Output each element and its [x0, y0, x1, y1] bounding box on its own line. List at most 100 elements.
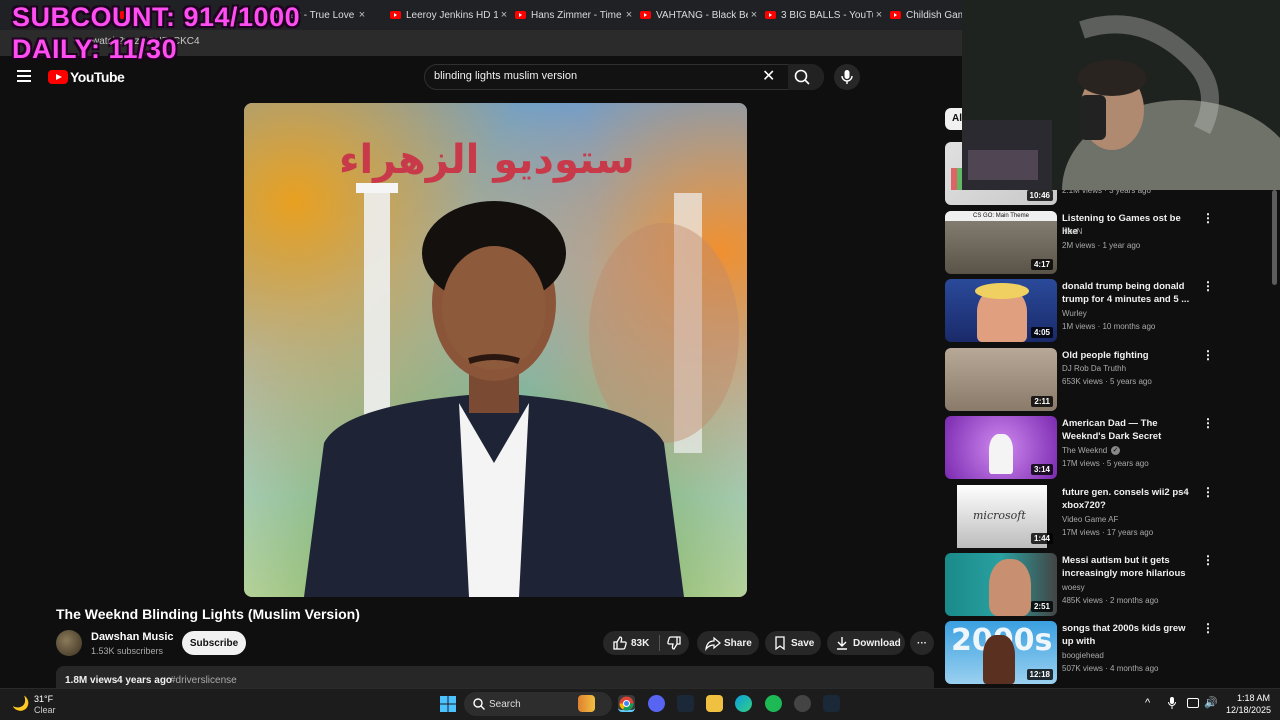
steam-icon[interactable]: [677, 695, 694, 712]
more-vertical-icon[interactable]: ⋮: [1202, 485, 1214, 499]
more-vertical-icon[interactable]: ⋮: [1202, 621, 1214, 635]
recommended-video[interactable]: 2:11 Old people fighting DJ Rob Da Truth…: [945, 348, 1215, 412]
chrome-icon[interactable]: [618, 695, 635, 712]
recommended-video[interactable]: CS GO: Main Theme 4:17 Listening to Game…: [945, 211, 1215, 275]
youtube-favicon-icon: [390, 11, 401, 19]
volume-icon[interactable]: 🔊: [1204, 696, 1218, 709]
browser-tab[interactable]: VAHTANG - Black Bet ×: [640, 5, 760, 25]
edge-icon[interactable]: [735, 695, 752, 712]
save-label: Save: [791, 638, 815, 649]
more-horizontal-icon: ···: [917, 637, 927, 649]
more-vertical-icon[interactable]: ⋮: [1202, 211, 1214, 225]
recommended-video[interactable]: 2:51 Messi autism but it gets increasing…: [945, 553, 1215, 617]
tab-title: VAHTANG - Black Bet: [656, 9, 748, 21]
video-thumbnail[interactable]: 2:51: [945, 553, 1057, 616]
channel-avatar[interactable]: [56, 630, 82, 656]
windows-taskbar: [0, 688, 1280, 720]
video-thumbnail[interactable]: 2000s 12:18: [945, 621, 1057, 684]
more-vertical-icon[interactable]: ⋮: [1202, 279, 1214, 293]
like-count[interactable]: 83K: [631, 638, 649, 649]
search-highlight-icon[interactable]: [578, 695, 595, 712]
windows-start-icon[interactable]: [440, 696, 456, 712]
youtube-favicon-icon: [890, 11, 901, 19]
daily-overlay: DAILY: 11/30: [12, 34, 178, 64]
thumbs-down-icon[interactable]: [666, 635, 682, 654]
video-player[interactable]: ستوديو الزهراء: [244, 103, 747, 597]
clear-search-icon[interactable]: ✕: [762, 66, 775, 86]
video-meta: 1M views · 10 months ago: [1062, 322, 1156, 331]
microphone-tray-icon[interactable]: [1167, 696, 1177, 710]
more-vertical-icon[interactable]: ⋮: [1202, 348, 1214, 362]
voice-search-button[interactable]: [834, 64, 860, 90]
tab-close-icon[interactable]: ×: [356, 9, 368, 21]
recommended-video[interactable]: 2000s 12:18 songs that 2000s kids grew u…: [945, 621, 1215, 685]
video-thumbnail[interactable]: 2:11: [945, 348, 1057, 411]
video-thumbnail[interactable]: 4:05: [945, 279, 1057, 342]
clock-date[interactable]: 12/18/2025: [1226, 705, 1271, 715]
browser-tab[interactable]: Leeroy Jenkins HD 10( ×: [390, 5, 510, 25]
youtube-logo-text[interactable]: YouTube: [70, 69, 125, 85]
tab-close-icon[interactable]: ×: [498, 9, 510, 21]
webcam-feed: [962, 0, 1280, 190]
more-actions-button[interactable]: ···: [910, 631, 934, 655]
browser-tab[interactable]: 3 BIG BALLS - YouTub ×: [765, 5, 885, 25]
thumbs-up-icon[interactable]: [612, 635, 628, 654]
video-thumbnail[interactable]: microsoft 1:44: [945, 485, 1057, 548]
video-title[interactable]: Old people fighting: [1062, 349, 1194, 362]
discord-icon[interactable]: [648, 695, 665, 712]
video-thumbnail[interactable]: CS GO: Main Theme 4:17: [945, 211, 1057, 274]
recommended-video[interactable]: 3:14 American Dad — The Weeknd's Dark Se…: [945, 416, 1215, 480]
save-button[interactable]: Save: [765, 631, 821, 655]
more-vertical-icon[interactable]: ⋮: [1202, 553, 1214, 567]
weather-temperature[interactable]: 31°F: [34, 694, 53, 704]
spotify-icon[interactable]: [765, 695, 782, 712]
weather-description[interactable]: Clear: [34, 705, 56, 715]
youtube-favicon-icon: [640, 11, 651, 19]
video-title[interactable]: donald trump being donald trump for 4 mi…: [1062, 280, 1194, 306]
recommended-video[interactable]: microsoft 1:44 future gen. consels wii2 …: [945, 485, 1215, 549]
share-button[interactable]: Share: [697, 631, 759, 655]
download-button[interactable]: Download: [827, 631, 905, 655]
file-explorer-icon[interactable]: [706, 695, 723, 712]
like-dislike-group: 83K: [603, 631, 689, 655]
tab-close-icon[interactable]: ×: [748, 9, 760, 21]
channel-name[interactable]: woesy: [1062, 583, 1085, 592]
search-query[interactable]: blinding lights muslim version: [434, 70, 577, 82]
clock-time[interactable]: 1:18 AM: [1237, 693, 1270, 703]
chevron-up-icon[interactable]: ^: [1145, 697, 1150, 709]
video-meta: 485K views · 2 months ago: [1062, 596, 1159, 605]
subscribe-button[interactable]: Subscribe: [182, 631, 246, 655]
channel-name[interactable]: The Weeknd: [1062, 446, 1107, 455]
channel-name[interactable]: DJ Rob Da Truthh: [1062, 364, 1126, 373]
channel-name[interactable]: Wurley: [1062, 309, 1087, 318]
verified-icon: ✓: [1111, 446, 1120, 455]
weather-moon-icon[interactable]: 🌙: [12, 695, 29, 712]
video-title[interactable]: future gen. consels wii2 ps4 xbox720?: [1062, 486, 1194, 512]
video-title[interactable]: Messi autism but it gets increasingly mo…: [1062, 554, 1194, 580]
thumbnail-label: microsoft: [973, 509, 1026, 522]
tab-close-icon[interactable]: ×: [873, 9, 885, 21]
more-vertical-icon[interactable]: ⋮: [1202, 416, 1214, 430]
app-icon[interactable]: [794, 695, 811, 712]
hashtag-link[interactable]: #driverslicense: [170, 675, 237, 686]
channel-name[interactable]: boogiehead: [1062, 651, 1104, 660]
menu-icon[interactable]: [17, 70, 31, 82]
sidebar-scrollbar[interactable]: [1272, 190, 1277, 285]
video-title[interactable]: songs that 2000s kids grew up with: [1062, 622, 1194, 648]
youtube-logo-icon[interactable]: [48, 70, 68, 84]
steam-alt-icon[interactable]: [823, 695, 840, 712]
search-icon: [794, 69, 810, 85]
search-button[interactable]: [788, 64, 824, 90]
recommended-video[interactable]: 4:05 donald trump being donald trump for…: [945, 279, 1215, 343]
browser-tab[interactable]: Hans Zimmer - Time ( ×: [515, 5, 635, 25]
video-title[interactable]: American Dad — The Weeknd's Dark Secret: [1062, 417, 1194, 443]
video-thumbnail[interactable]: 3:14: [945, 416, 1057, 479]
tab-close-icon[interactable]: ×: [623, 9, 635, 21]
taskbar-search-label: Search: [489, 699, 521, 710]
video-title: The Weeknd Blinding Lights (Muslim Versi…: [56, 606, 360, 622]
channel-name[interactable]: NooN: [1062, 227, 1082, 236]
video-meta: 17M views · 5 years ago: [1062, 459, 1149, 468]
channel-name[interactable]: Video Game AF: [1062, 515, 1118, 524]
network-icon[interactable]: [1187, 698, 1199, 708]
channel-name[interactable]: Dawshan Music: [91, 631, 174, 643]
